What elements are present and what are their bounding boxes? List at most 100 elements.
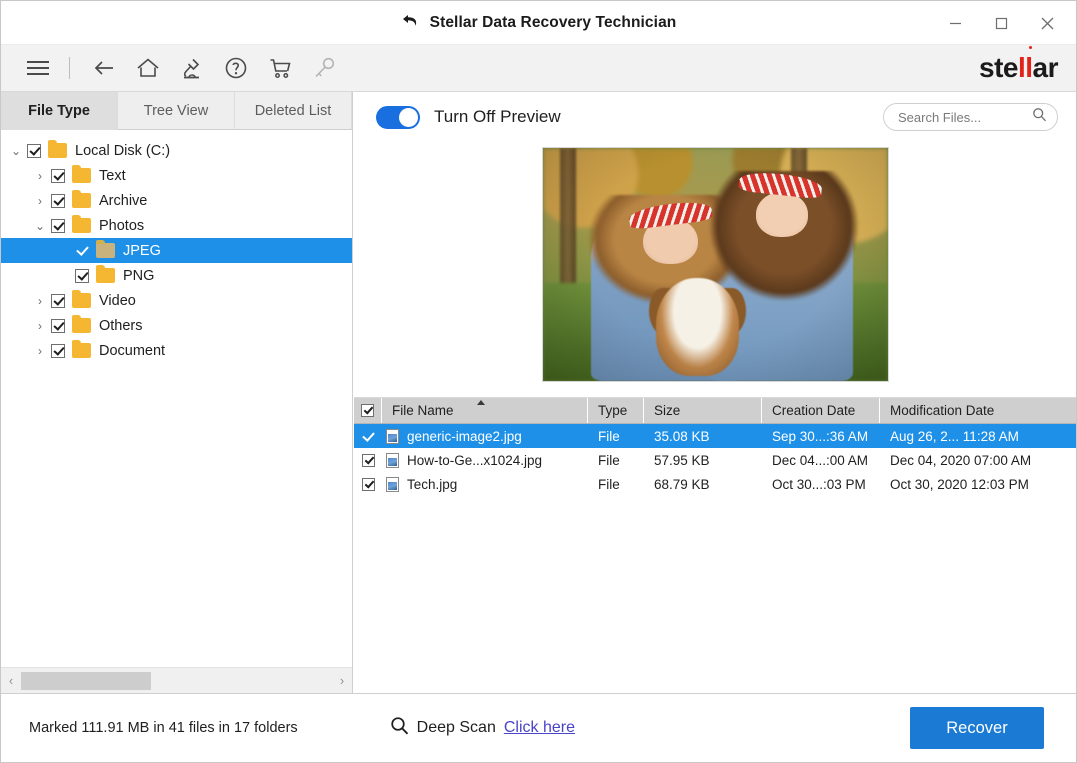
tree-item-label: Local Disk (C:) (75, 143, 170, 159)
tree-item-document[interactable]: › Document (1, 338, 352, 363)
status-footer: Marked 111.91 MB in 41 files in 17 folde… (1, 693, 1076, 762)
key-icon[interactable] (305, 49, 343, 87)
cell-creation-date: Oct 30...:03 PM (762, 477, 880, 492)
tree-item-others[interactable]: › Others (1, 313, 352, 338)
deep-scan-group: Deep Scan Click here (390, 716, 575, 740)
window-title: Stellar Data Recovery Technician (430, 14, 677, 32)
select-all-checkbox[interactable] (354, 398, 382, 423)
tree-horizontal-scrollbar[interactable]: ‹ › (1, 667, 352, 693)
search-icon[interactable] (1032, 107, 1047, 127)
image-file-icon (386, 453, 399, 468)
scroll-right-icon[interactable]: › (332, 669, 352, 693)
tree-item-checkbox[interactable] (51, 294, 65, 308)
tree-item-label: Document (99, 343, 165, 359)
magnifier-icon (390, 716, 409, 740)
row-checkbox[interactable] (354, 478, 382, 491)
tree-item-local-disk-c[interactable]: ⌄ Local Disk (C:) (1, 138, 352, 163)
table-row[interactable]: How-to-Ge...x1024.jpgFile57.95 KBDec 04.… (354, 448, 1076, 472)
folder-icon (48, 143, 67, 158)
table-row[interactable]: generic-image2.jpgFile35.08 KBSep 30...:… (354, 424, 1076, 448)
checkbox-glyph (362, 478, 375, 491)
cell-modification-date: Oct 30, 2020 12:03 PM (880, 477, 1076, 492)
tree-item-archive[interactable]: › Archive (1, 188, 352, 213)
close-button[interactable] (1024, 3, 1070, 43)
title-bar: Stellar Data Recovery Technician (1, 1, 1076, 45)
column-header-modification-date[interactable]: Modification Date (880, 398, 1076, 423)
cell-file-name: generic-image2.jpg (382, 429, 588, 444)
tree-item-checkbox[interactable] (51, 344, 65, 358)
scrollbar-track[interactable] (21, 672, 332, 690)
chevron-right-icon[interactable]: › (29, 344, 51, 358)
tree-item-label: Archive (99, 193, 147, 209)
preview-toggle[interactable] (376, 106, 420, 129)
tree-item-png[interactable]: PNG (1, 263, 352, 288)
right-panel: Turn Off Preview Search Files... (354, 92, 1076, 693)
column-label: File Name (392, 403, 454, 418)
column-header-file-name[interactable]: File Name (382, 398, 588, 423)
tree-item-checkbox[interactable] (75, 269, 89, 283)
tree-item-checkbox[interactable] (51, 194, 65, 208)
file-list-table: File Name Type Size Creation Date Modifi… (354, 397, 1076, 693)
column-header-creation-date[interactable]: Creation Date (762, 398, 880, 423)
scroll-left-icon[interactable]: ‹ (1, 669, 21, 693)
row-checkbox[interactable] (354, 454, 382, 467)
home-icon[interactable] (129, 49, 167, 87)
chevron-right-icon[interactable]: › (29, 294, 51, 308)
tree-item-label: JPEG (123, 243, 161, 259)
file-name-text: generic-image2.jpg (407, 429, 522, 444)
tree-item-text[interactable]: › Text (1, 163, 352, 188)
tree-item-label: Others (99, 318, 143, 334)
tree-item-checkbox[interactable] (27, 144, 41, 158)
row-checkbox[interactable] (354, 430, 382, 443)
scrollbar-thumb[interactable] (21, 672, 151, 690)
maximize-button[interactable] (978, 3, 1024, 43)
column-header-size[interactable]: Size (644, 398, 762, 423)
chevron-right-icon[interactable]: › (29, 319, 51, 333)
folder-icon (96, 243, 115, 258)
search-placeholder: Search Files... (898, 110, 1032, 125)
preview-area (354, 142, 1076, 387)
photo-vignette (543, 148, 888, 381)
cell-creation-date: Sep 30...:36 AM (762, 429, 880, 444)
deep-scan-link[interactable]: Click here (504, 719, 575, 737)
search-input[interactable]: Search Files... (883, 103, 1058, 131)
sort-ascending-icon (477, 400, 485, 405)
tree-item-checkbox[interactable] (51, 169, 65, 183)
file-type-tree: ⌄ Local Disk (C:) › Text › Archive ⌄Photos JPEG… (1, 130, 352, 667)
tree-item-label: Text (99, 168, 126, 184)
menu-icon[interactable] (19, 49, 57, 87)
table-row[interactable]: Tech.jpgFile68.79 KBOct 30...:03 PMOct 3… (354, 472, 1076, 496)
tree-item-video[interactable]: › Video (1, 288, 352, 313)
recover-button[interactable]: Recover (910, 707, 1044, 749)
chevron-right-icon[interactable]: › (29, 169, 51, 183)
microscope-icon[interactable] (173, 49, 211, 87)
folder-icon (72, 318, 91, 333)
help-icon[interactable] (217, 49, 255, 87)
tab-deleted-list[interactable]: Deleted List (235, 92, 352, 130)
checkbox-glyph (362, 454, 375, 467)
chevron-down-icon[interactable]: ⌄ (5, 144, 27, 158)
tree-item-checkbox[interactable] (51, 319, 65, 333)
cell-file-name: How-to-Ge...x1024.jpg (382, 453, 588, 468)
toolbar: stellar (1, 45, 1076, 92)
file-name-text: How-to-Ge...x1024.jpg (407, 453, 542, 468)
image-file-icon (386, 429, 399, 444)
chevron-down-icon[interactable]: ⌄ (29, 219, 51, 233)
checkmark-icon (362, 430, 375, 443)
chevron-right-icon[interactable]: › (29, 194, 51, 208)
checkmark-icon[interactable] (75, 244, 89, 258)
cart-icon[interactable] (261, 49, 299, 87)
toolbar-divider (69, 57, 70, 79)
back-icon[interactable] (85, 49, 123, 87)
minimize-button[interactable] (932, 3, 978, 43)
undo-arrow-icon (401, 13, 420, 33)
tree-item-checkbox[interactable] (51, 219, 65, 233)
column-header-type[interactable]: Type (588, 398, 644, 423)
tree-item-photos[interactable]: ⌄Photos (1, 213, 352, 238)
tab-tree-view[interactable]: Tree View (118, 92, 235, 130)
left-panel: File Type Tree View Deleted List ⌄ Local … (1, 92, 353, 693)
tree-item-label: Video (99, 293, 136, 309)
folder-icon (96, 268, 115, 283)
tab-file-type[interactable]: File Type (1, 92, 118, 130)
tree-item-jpeg[interactable]: JPEG (1, 238, 352, 263)
